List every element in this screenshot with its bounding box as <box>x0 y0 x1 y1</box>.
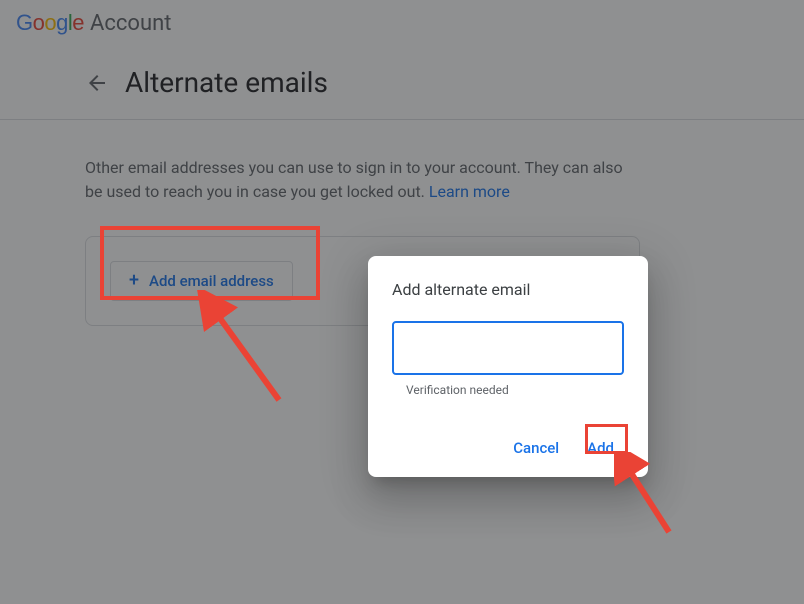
page-title: Alternate emails <box>125 66 328 99</box>
back-arrow-icon[interactable] <box>85 71 109 95</box>
page-description: Other email addresses you can use to sig… <box>85 156 635 204</box>
app-header: Google Account <box>0 0 804 44</box>
input-helper-text: Verification needed <box>392 375 624 397</box>
dialog-title: Add alternate email <box>392 280 624 299</box>
learn-more-link[interactable]: Learn more <box>429 182 510 201</box>
alternate-email-input[interactable] <box>392 321 624 375</box>
add-email-button-label: Add email address <box>149 272 274 290</box>
dialog-actions: Cancel Add <box>392 431 624 465</box>
description-text: Other email addresses you can use to sig… <box>85 158 623 201</box>
google-logo: Google <box>16 10 84 36</box>
add-alternate-email-dialog: Add alternate email Verification needed … <box>368 256 648 477</box>
add-button[interactable]: Add <box>577 431 624 465</box>
plus-icon: + <box>129 272 139 290</box>
title-row: Alternate emails <box>0 44 804 119</box>
add-email-address-button[interactable]: + Add email address <box>110 261 293 301</box>
cancel-button[interactable]: Cancel <box>503 431 569 465</box>
account-label: Account <box>90 11 171 36</box>
